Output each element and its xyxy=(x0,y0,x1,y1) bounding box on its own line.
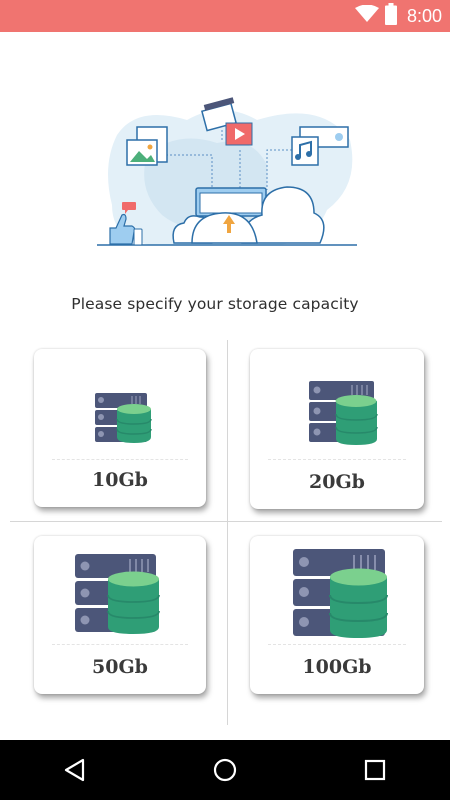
grid-divider-vertical xyxy=(227,340,228,725)
server-database-icon xyxy=(75,554,160,634)
option-20gb-card[interactable]: 20Gb xyxy=(250,349,424,509)
grid-divider-horizontal xyxy=(10,521,442,522)
back-icon[interactable] xyxy=(57,752,93,788)
battery-icon xyxy=(384,3,397,29)
server-database-icon xyxy=(309,381,378,445)
folder-icon xyxy=(195,187,267,217)
option-50gb-label: 50Gb xyxy=(92,656,148,678)
navigation-bar xyxy=(0,740,450,800)
storage-illustration xyxy=(92,95,362,255)
option-100gb-card[interactable]: 100Gb xyxy=(250,536,424,694)
option-10gb-card[interactable]: 10Gb xyxy=(34,349,206,507)
status-time: 8:00 xyxy=(406,5,442,26)
option-10gb-label: 10Gb xyxy=(92,469,148,491)
option-100gb-label: 100Gb xyxy=(302,656,372,678)
capacity-prompt: Please specify your storage capacity xyxy=(71,295,359,313)
option-50gb-card[interactable]: 50Gb xyxy=(34,536,206,694)
server-database-icon xyxy=(95,393,152,443)
server-database-icon xyxy=(293,549,388,638)
phone-icon xyxy=(133,228,143,246)
home-icon[interactable] xyxy=(207,752,243,788)
option-20gb-label: 20Gb xyxy=(309,471,365,493)
wifi-icon xyxy=(354,4,379,27)
recents-icon[interactable] xyxy=(357,752,393,788)
status-bar: 8:00 xyxy=(0,0,450,32)
